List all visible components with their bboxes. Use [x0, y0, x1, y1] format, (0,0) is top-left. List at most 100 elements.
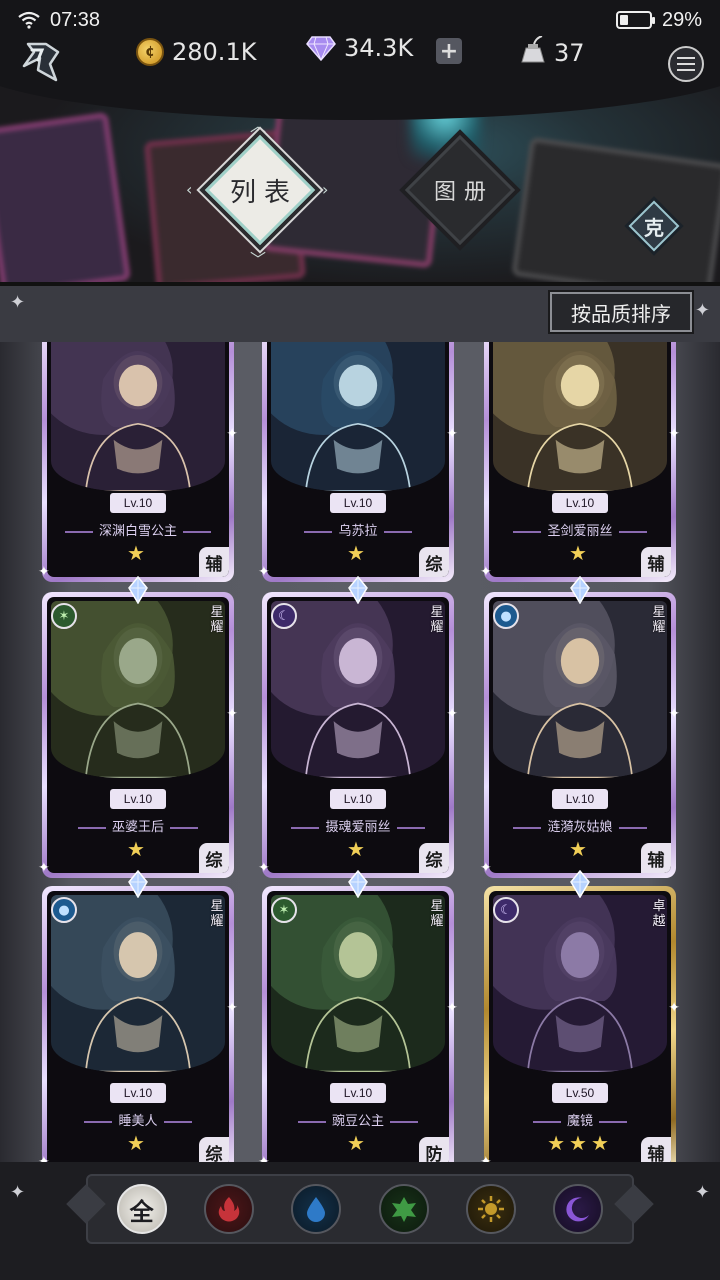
- hero-level: Lv.10: [330, 493, 386, 513]
- chevron-down-icon: ﹀: [250, 250, 267, 269]
- element-filter-bar: 全: [86, 1174, 634, 1244]
- sparkle-icon: ✦: [258, 860, 270, 876]
- hero-portrait: [51, 895, 225, 1072]
- hero-portrait: [51, 601, 225, 778]
- sparkle-icon: ✦: [258, 1154, 270, 1162]
- hero-card[interactable]: ✶ 星耀 Lv.10 豌豆公主 ★ 防 ✦ ✦: [258, 869, 458, 1162]
- menu-icon: [677, 57, 695, 59]
- chevron-up-icon: ︿: [250, 116, 267, 135]
- hero-level: Lv.10: [110, 1083, 166, 1103]
- add-gems-button[interactable]: +: [436, 38, 462, 64]
- hero-card[interactable]: ☾ 卓越 Lv.50 魔镜 ★★★ 辅 ✦ ✦: [480, 869, 680, 1162]
- hero-name: 涟漪灰姑娘: [489, 816, 671, 835]
- sparkle-icon: ✦: [694, 1182, 710, 1203]
- sparkle-icon: ✦: [226, 1000, 238, 1017]
- gold-coin-icon: ¢: [136, 38, 164, 66]
- hero-name: 深渊白雪公主: [47, 520, 229, 539]
- gold-amount: 280.1K: [172, 38, 257, 66]
- sparkle-icon: ✦: [480, 1154, 492, 1162]
- hero-portrait: [493, 342, 667, 491]
- hero-name-text: 巫婆王后: [111, 820, 164, 835]
- tab-list-label: 列表: [229, 177, 298, 208]
- ink-bottle-icon: [520, 35, 546, 70]
- hero-name-text: 睡美人: [118, 1114, 158, 1129]
- gold-resource: ¢ 280.1K: [136, 38, 256, 66]
- hero-role-badge: 综: [199, 843, 229, 873]
- hero-name-text: 涟漪灰姑娘: [547, 820, 613, 835]
- leaf-icon: [391, 1197, 416, 1222]
- crystal-icon: [569, 575, 591, 605]
- hero-portrait: [271, 895, 445, 1072]
- hero-card[interactable]: ✶ 星耀 Lv.10 巫婆王后 ★ 综 ✦ ✦: [38, 575, 238, 878]
- status-time: 07:38: [50, 8, 101, 31]
- filter-water-button[interactable]: [291, 1184, 342, 1234]
- hero-role-badge: 辅: [641, 1137, 671, 1162]
- hero-portrait: [51, 342, 225, 491]
- sparkle-icon: ✦: [226, 706, 238, 723]
- sparkle-icon: ✦: [668, 426, 680, 442]
- sparkle-icon: ✦: [668, 706, 680, 723]
- hero-name-text: 圣剑爱丽丝: [547, 524, 613, 539]
- crystal-icon: [347, 869, 369, 899]
- hero-role-badge: 辅: [641, 547, 671, 577]
- battery-icon: [615, 11, 655, 29]
- crystal-icon: [127, 575, 149, 605]
- counter-button[interactable]: 克: [628, 200, 680, 252]
- energy-amount: 37: [554, 39, 585, 67]
- tab-album-label: 图册: [433, 180, 494, 205]
- hero-role-badge: 辅: [199, 547, 229, 577]
- filter-all-label: 全: [129, 1197, 154, 1226]
- hero-name: 魔镜: [489, 1110, 671, 1129]
- sparkle-icon: ✦: [226, 426, 238, 442]
- menu-button[interactable]: [668, 46, 704, 82]
- crystal-icon: [569, 869, 591, 899]
- hero-card-grid[interactable]: Lv.10 深渊白雪公主 ★ 辅 ✦ ✦ Lv.10 乌苏拉 ★ 综 ✦ ✦ Lv.10 圣剑爱丽丝 ★ 辅 ✦…: [0, 342, 720, 1162]
- hero-card[interactable]: Lv.10 圣剑爱丽丝 ★ 辅 ✦ ✦: [480, 342, 680, 582]
- sparkle-icon: ✦: [668, 1000, 680, 1017]
- sort-by-quality-button[interactable]: 按品质排序: [550, 292, 692, 332]
- sparkle-icon: ✦: [38, 860, 50, 876]
- hero-rank-badge: 星耀: [430, 899, 444, 929]
- hero-rank-badge: 星耀: [210, 605, 224, 635]
- hero-name-text: 深渊白雪公主: [98, 524, 177, 539]
- hero-portrait: [493, 895, 667, 1072]
- water-drop-icon: [307, 1197, 326, 1222]
- sparkle-icon: ✦: [38, 564, 50, 580]
- sparkle-icon: ✦: [10, 292, 26, 313]
- filter-light-button[interactable]: [465, 1184, 516, 1234]
- hero-card[interactable]: Lv.10 深渊白雪公主 ★ 辅 ✦ ✦: [38, 342, 238, 582]
- tab-list[interactable]: 列表: [204, 134, 316, 246]
- hero-role-badge: 综: [199, 1137, 229, 1162]
- fire-icon: [218, 1197, 240, 1222]
- hero-card[interactable]: ● 星耀 Lv.10 睡美人 ★ 综 ✦ ✦: [38, 869, 238, 1162]
- hero-card[interactable]: Lv.10 乌苏拉 ★ 综 ✦ ✦: [258, 342, 458, 582]
- chevron-right-icon: ›: [322, 180, 329, 199]
- filter-fire-button[interactable]: [203, 1184, 254, 1234]
- hero-rank-badge: 星耀: [210, 899, 224, 929]
- sparkle-icon: ✦: [694, 300, 710, 321]
- tab-album[interactable]: 图册: [404, 134, 516, 246]
- background-card: [511, 136, 720, 282]
- counter-button-label: 克: [644, 215, 664, 240]
- hero-name-text: 乌苏拉: [338, 524, 378, 539]
- hero-portrait: [271, 601, 445, 778]
- filter-dark-button[interactable]: [553, 1184, 604, 1234]
- crystal-icon: [127, 869, 149, 899]
- sparkle-icon: ✦: [446, 1000, 458, 1017]
- hero-name: 巫婆王后: [47, 816, 229, 835]
- hero-card[interactable]: ● 星耀 Lv.10 涟漪灰姑娘 ★ 辅 ✦ ✦: [480, 575, 680, 878]
- filter-all-button[interactable]: 全: [116, 1184, 167, 1234]
- hero-role-badge: 综: [419, 547, 449, 577]
- sparkle-icon: ✦: [480, 564, 492, 580]
- hero-name: 摄魂爱丽丝: [267, 816, 449, 835]
- hero-level: Lv.10: [110, 789, 166, 809]
- hero-level: Lv.10: [330, 789, 386, 809]
- hero-name-text: 魔镜: [566, 1114, 593, 1129]
- filter-wood-button[interactable]: [378, 1184, 429, 1234]
- hero-role-badge: 辅: [641, 843, 671, 873]
- hero-card[interactable]: ☾ 星耀 Lv.10 摄魂爱丽丝 ★ 综 ✦ ✦: [258, 575, 458, 878]
- hero-name-text: 摄魂爱丽丝: [325, 820, 391, 835]
- crystal-icon: [347, 575, 369, 605]
- sparkle-icon: ✦: [446, 426, 458, 442]
- hero-name: 睡美人: [47, 1110, 229, 1129]
